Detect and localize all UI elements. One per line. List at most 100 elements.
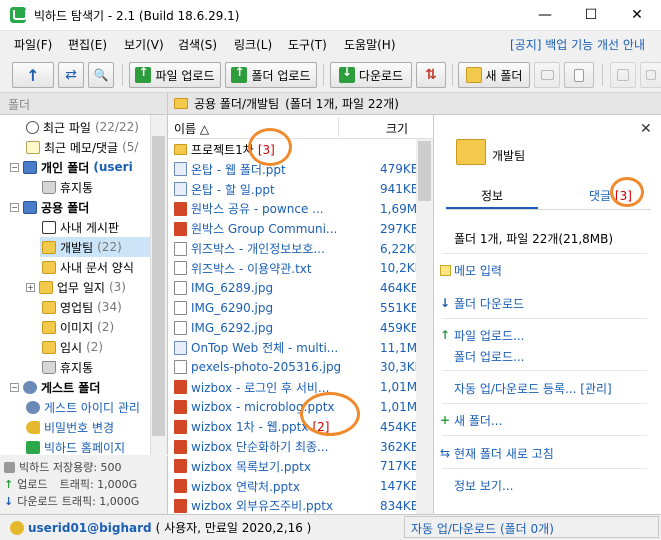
tree-item-change-password[interactable]: 비밀번호 변경	[26, 417, 114, 437]
close-icon[interactable]: ✕	[640, 121, 652, 137]
search-button[interactable]: 🔍	[88, 62, 114, 88]
download-button[interactable]: 다운로드	[330, 62, 412, 88]
comment-button[interactable]	[534, 62, 560, 88]
folder-download-link[interactable]: ↓ 폴더 다운로드	[440, 295, 524, 312]
file-row[interactable]: pexels-photo-205316.jpg 30,3KB	[168, 358, 433, 377]
collapse-toggle-icon[interactable]: −	[10, 382, 19, 392]
file-row[interactable]: wizbox - 로그인 후 서비...1,01MB	[168, 378, 433, 397]
file-row[interactable]: IMG_6289.jpg 464KB	[168, 279, 433, 298]
file-row[interactable]: IMG_6290.jpg 551KB	[168, 298, 433, 317]
tree-item-shared-folder[interactable]: − 공용 폴더	[10, 197, 89, 217]
window-title: 빅하드 탐색기 - 2.1 (Build 18.6.29.1)	[34, 9, 240, 23]
file-row[interactable]: 온탑 - 웹 폴더.ppt 479KB	[168, 160, 433, 179]
column-divider[interactable]	[338, 117, 339, 137]
expand-toggle-icon[interactable]: +	[26, 282, 35, 292]
folder-row[interactable]: 프로젝트1차 [3]	[168, 140, 433, 159]
auto-sync-register-link[interactable]: 자동 업/다운로드 등록... [관리]	[454, 380, 612, 397]
collapse-toggle-icon[interactable]: −	[10, 162, 19, 172]
divider	[442, 435, 647, 436]
text-file-icon	[174, 241, 187, 256]
tree-item-company-board[interactable]: 사내 게시판	[42, 217, 119, 237]
tree-item-recent-memos[interactable]: 최근 메모/댓글 (5/	[26, 137, 138, 157]
new-document-button[interactable]	[564, 62, 594, 88]
notice-link[interactable]: [공지] 백업 기능 개선 안내	[510, 36, 645, 53]
minimize-button[interactable]: —	[522, 0, 568, 31]
tree-item-recent-files[interactable]: 최근 파일 (22/22)	[26, 117, 139, 137]
tree-item-guest-id-manage[interactable]: 게스트 아이디 관리	[26, 397, 140, 417]
menu-edit[interactable]: 편집(E)	[68, 36, 107, 53]
tree-item-personal-folder[interactable]: − 개인 폴더 (useri	[10, 157, 133, 177]
file-name: pexels-photo-205316.jpg	[191, 360, 342, 375]
file-row[interactable]: 위즈박스 - 개인정보보호... 6,22KB	[168, 239, 433, 258]
file-row[interactable]: OnTop Web 전체 - multi... 11,1MB	[168, 338, 433, 357]
column-size-header[interactable]: 크기	[386, 120, 408, 137]
tree-item-homepage[interactable]: 빅하드 홈페이지	[26, 437, 125, 455]
new-folder-button[interactable]: 새 폴더	[458, 62, 530, 88]
tree-item-personal-trash[interactable]: 휴지통	[42, 177, 93, 197]
file-size: 11,1MB	[380, 340, 416, 355]
tree-item-doc-templates[interactable]: 사내 문서 양식	[42, 257, 134, 277]
person-icon	[26, 400, 40, 414]
folder-upload-link[interactable]: 폴더 업로드...	[454, 348, 524, 365]
auto-sync-status[interactable]: 자동 업/다운로드 (폴더 0개)	[404, 516, 659, 538]
tree-item-sales-team[interactable]: 영업팀 (34)	[42, 297, 122, 317]
memo-input-link[interactable]: 메모 입력	[440, 262, 502, 279]
file-row[interactable]: 위즈박스 - 이용약관.txt 10,2KB	[168, 259, 433, 278]
refresh-folder-link[interactable]: ⇆ 현재 폴더 새로 고침	[440, 445, 554, 462]
image-file-icon	[174, 300, 187, 315]
transfer-button[interactable]: ⇅	[416, 62, 446, 88]
upload-folder-button[interactable]: 폴더 업로드	[225, 62, 317, 88]
clock-icon	[26, 120, 39, 134]
tree-label: 이미지	[60, 320, 94, 335]
file-row[interactable]: wizbox 연락처.pptx 147KB	[168, 477, 433, 496]
new-folder-link[interactable]: + 새 폴더...	[440, 412, 502, 429]
up-folder-button[interactable]: ↑	[12, 62, 54, 88]
tree-item-guest-folder[interactable]: − 게스트 폴더	[10, 377, 100, 397]
tree-label: 개발팀	[60, 240, 94, 255]
tree-item-work-log[interactable]: + 업무 일지 (3)	[26, 277, 126, 297]
file-row[interactable]: wizbox 목록보기.pptx 717KB	[168, 457, 433, 476]
edit-button[interactable]	[610, 62, 636, 88]
file-size: 717KB	[380, 459, 416, 474]
menu-file[interactable]: 파일(F)	[14, 36, 52, 53]
folder-summary: 폴더 1개, 파일 22개(21,8MB)	[454, 232, 614, 246]
file-row[interactable]: wizbox 외부유즈주비.pptx 834KB	[168, 496, 433, 514]
folder-icon	[174, 144, 187, 155]
file-upload-link[interactable]: ↑ 파일 업로드...	[440, 327, 524, 344]
file-row[interactable]: 원박스 Group Communi... 297KB	[168, 219, 433, 238]
link-button[interactable]	[640, 62, 661, 88]
file-row[interactable]: wizbox 단순화하기 최종... 362KB	[168, 437, 433, 456]
file-size: 10,2KB	[380, 261, 416, 276]
key-icon	[26, 420, 40, 434]
menu-link[interactable]: 링크(L)	[234, 36, 272, 53]
menu-search[interactable]: 검색(S)	[178, 36, 217, 53]
detail-panel: ✕ 개발팀 정보 댓글 [3] 폴더 1개, 파일 22개(21,8MB) 메모…	[434, 115, 661, 514]
file-list-scrollbar-thumb[interactable]	[418, 141, 431, 201]
guest-icon	[23, 380, 37, 394]
upload-file-button[interactable]: 파일 업로드	[129, 62, 221, 88]
powerpoint-icon	[174, 399, 187, 414]
file-row[interactable]: 온탑 - 할 일.ppt 941KB	[168, 180, 433, 199]
menu-tools[interactable]: 도구(T)	[288, 36, 327, 53]
download-label: 다운로드	[358, 68, 404, 83]
tree-item-dev-team[interactable]: 개발팀 (22)	[40, 237, 150, 257]
file-row[interactable]: 원박스 공유 - pownce ... 1,69MB	[168, 199, 433, 218]
tab-info[interactable]: 정보	[446, 187, 538, 204]
view-info-link[interactable]: 정보 보기...	[454, 477, 513, 494]
refresh-button[interactable]: ⇄	[58, 62, 84, 88]
tree-item-temp[interactable]: 임시 (2)	[42, 337, 103, 357]
close-button[interactable]: ✕	[614, 0, 660, 31]
pencil-icon	[617, 69, 629, 81]
column-name-header[interactable]: 이름 △	[174, 120, 209, 137]
menu-help[interactable]: 도움말(H)	[344, 36, 396, 53]
trash-icon	[42, 180, 56, 194]
tree-scrollbar-thumb[interactable]	[152, 136, 165, 436]
collapse-toggle-icon[interactable]: −	[10, 202, 19, 212]
maximize-button[interactable]: ☐	[568, 0, 614, 31]
tree-item-images[interactable]: 이미지 (2)	[42, 317, 114, 337]
trash-icon	[42, 360, 56, 374]
tree-item-shared-trash[interactable]: 휴지통	[42, 357, 93, 377]
menu-view[interactable]: 보기(V)	[124, 36, 164, 53]
folder-icon	[42, 260, 56, 274]
file-row[interactable]: IMG_6292.jpg 459KB	[168, 318, 433, 337]
